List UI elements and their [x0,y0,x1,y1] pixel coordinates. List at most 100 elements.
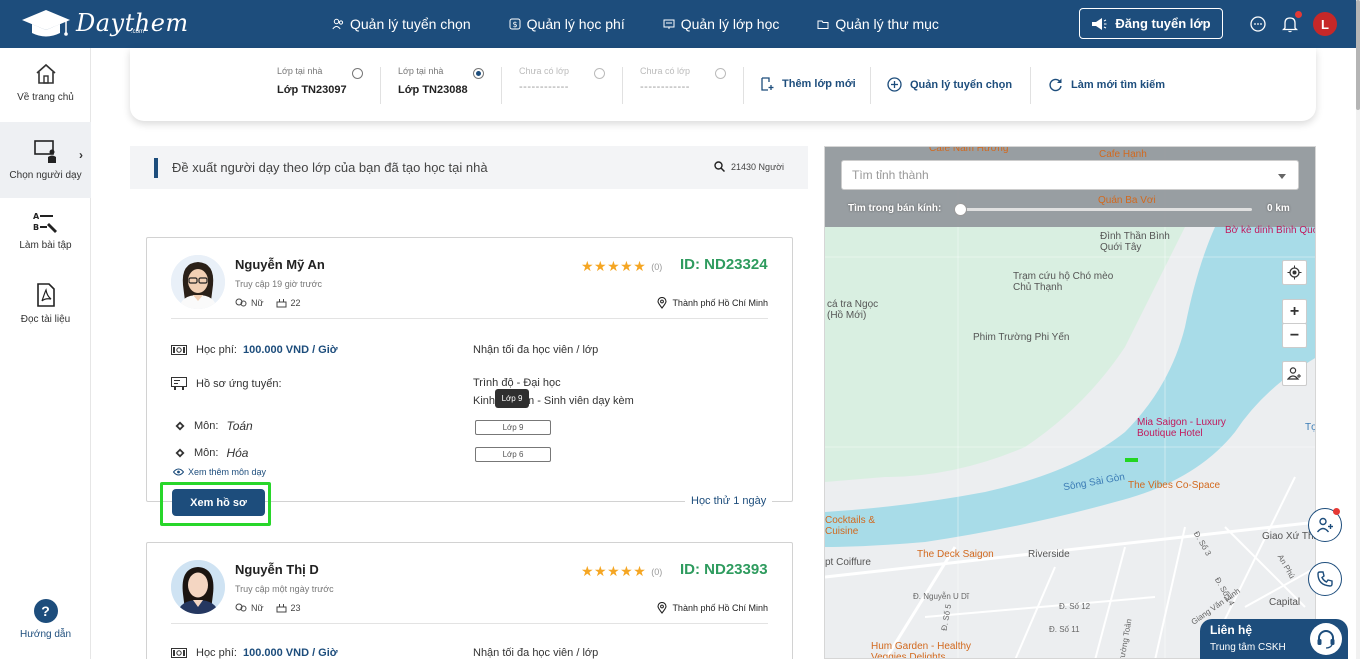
map-label: Mia Saigon - Luxury Boutique Hotel [1137,417,1226,439]
max-students: Nhận tối đa học viên / lớp [473,344,598,356]
notification-button[interactable] [1279,11,1302,35]
class-slot-1[interactable]: Lớp tại nhà Lớp TN23097 [277,66,347,96]
tutor-name[interactable]: Nguyễn Mỹ An [235,257,325,272]
tutor-avatar[interactable] [171,255,225,309]
page-scrollbar-thumb[interactable] [1356,0,1360,110]
svg-text:B: B [33,223,39,232]
add-contact-float-button[interactable] [1308,508,1342,542]
add-class-button[interactable]: Thêm lớp mới [760,77,856,91]
level-text: Trình độ - Đại học [473,377,561,389]
class-slot-4[interactable]: Chưa có lớp ------------ [640,66,690,93]
selection-management-label: Quản lý tuyển chọn [910,78,1013,91]
nav-fee-management[interactable]: $ Quản lý học phí [509,16,625,32]
gender-text: Nữ [251,297,264,308]
cake-icon [276,299,287,308]
map-label: Cocktails & Cuisine [825,515,876,537]
map-label: Bờ kè dinh Bình Quới Tây [1225,225,1315,236]
rating-count: (0) [651,566,663,577]
exercise-icon: AB [33,212,57,233]
radius-slider-handle[interactable] [954,203,967,216]
view-more-subjects-link[interactable]: Xem thêm môn dạy [173,467,266,477]
sidebar-item-choose-tutor[interactable]: Chọn người dạy › [0,122,91,198]
post-class-button[interactable]: Đăng tuyển lớp [1079,8,1223,39]
map-label: Đình Thần Bình Quới Tây [1100,231,1170,253]
divider [1030,67,1031,104]
class-slot-3-radio[interactable] [594,68,605,79]
notification-dot [1295,11,1302,18]
class-slot-caption: Chưa có lớp [519,66,569,76]
sidebar: Về trang chủ Chọn người dạy › AB Làm bài… [0,48,91,659]
star-rating-icons: ★★★★★ [581,258,647,274]
gender-text: Nữ [251,602,264,613]
zoom-in-button[interactable]: + [1282,299,1307,324]
plus-circle-icon [887,77,902,92]
nav-class-management[interactable]: Quản lý lớp học [663,16,779,32]
brand-logo[interactable]: Daythem [20,6,189,40]
nav-folder-management[interactable]: Quản lý thư mục [817,16,939,32]
selection-management-button[interactable]: Quản lý tuyển chọn [887,77,1012,92]
profile-board-icon [171,377,187,390]
chat-button[interactable] [1247,13,1269,35]
result-count: 21430 Người [714,161,784,172]
map-label: Capital [1269,597,1301,608]
radius-value: 0 km [1267,203,1290,214]
view-profile-button[interactable]: Xem hồ sơ [172,489,265,516]
customer-support-widget[interactable]: Liên hệ Trung tâm CSKH [1200,619,1348,659]
megaphone-icon [1092,17,1107,30]
crosshair-icon [1287,265,1302,280]
main-nav: Quản lý tuyển chọn $ Quản lý học phí Quả… [332,0,977,48]
sidebar-item-documents[interactable]: Đọc tài liệu [0,282,91,342]
nav-label: Quản lý tuyển chọn [350,16,471,32]
map-label: Đ. Số 12 [1059,602,1091,611]
svg-text:$: $ [512,20,517,29]
class-slot-1-radio[interactable] [352,68,363,79]
class-slot-caption: Chưa có lớp [640,66,690,76]
add-person-button[interactable] [1282,361,1307,386]
fee-label: Học phí: [196,344,237,356]
map-label: Phim Trường Phi Yến [973,332,1070,343]
class-slot-value: ------------ [519,81,569,93]
user-avatar[interactable]: L [1313,12,1337,36]
tooltip: Lớp 9 [495,389,529,408]
class-slot-2-radio[interactable] [473,68,484,79]
class-slot-3[interactable]: Chưa có lớp ------------ [519,66,569,93]
grade-pill[interactable]: Lớp 9 [475,420,551,435]
grade-pill[interactable]: Lớp 6 [475,447,551,462]
tutor-avatar[interactable] [171,560,225,614]
contact-title: Liên hệ [1210,623,1253,637]
suggestion-header: Đề xuất người dạy theo lớp của bạn đã tạ… [130,146,808,189]
gender: Nữ [235,298,264,308]
call-float-button[interactable] [1308,562,1342,596]
contact-subtitle: Trung tâm CSKH [1210,642,1286,653]
age-text: 23 [290,602,301,613]
map-panel[interactable]: Cafe Nam Hương Cafe Hạnh Quán Ba Vơi Bờ … [824,146,1316,659]
cake-icon [276,604,287,613]
add-person-icon [1287,367,1301,380]
sidebar-item-exercises[interactable]: AB Làm bài tập [0,210,91,270]
tutor-name[interactable]: Nguyễn Thị D [235,562,319,577]
tutor-meta: Nữ 22 [235,297,313,308]
fee-row: Học phí: 100.000 VND / Giờ [171,344,338,356]
map-label: Trạm cứu hộ Chó mèo Chủ Thạnh [1013,271,1114,293]
brand-domain: .com [131,29,145,35]
tutor-location: Thành phố Hồ Chí Minh [657,602,768,614]
map-background [825,147,1315,658]
radius-slider-track[interactable] [960,208,1252,211]
sidebar-item-guide[interactable]: ? Hướng dẫn [0,599,91,649]
profile-label: Hồ sơ ứng tuyển: [196,377,282,390]
class-slot-2[interactable]: Lớp tại nhà Lớp TN23088 [398,66,468,96]
province-search[interactable]: Tìm tỉnh thành [841,160,1299,190]
class-slot-4-radio[interactable] [715,68,726,79]
gender-icon [235,298,247,306]
fee-value: 100.000 VND / Giờ [242,647,338,659]
nav-selection-management[interactable]: Quản lý tuyển chọn [332,16,471,32]
sidebar-item-home[interactable]: Về trang chủ [0,62,91,120]
sidebar-item-label: Đọc tài liệu [20,314,71,325]
refresh-search-button[interactable]: Làm mới tìm kiếm [1048,77,1165,92]
money-icon [171,648,187,658]
tutor-meta: Nữ 23 [235,602,313,613]
map-label: Quán Ba Vơi [1098,195,1156,206]
zoom-out-button[interactable]: − [1282,323,1307,348]
locate-me-button[interactable] [1282,260,1307,285]
last-access: Truy cập một ngày trước [235,584,334,594]
